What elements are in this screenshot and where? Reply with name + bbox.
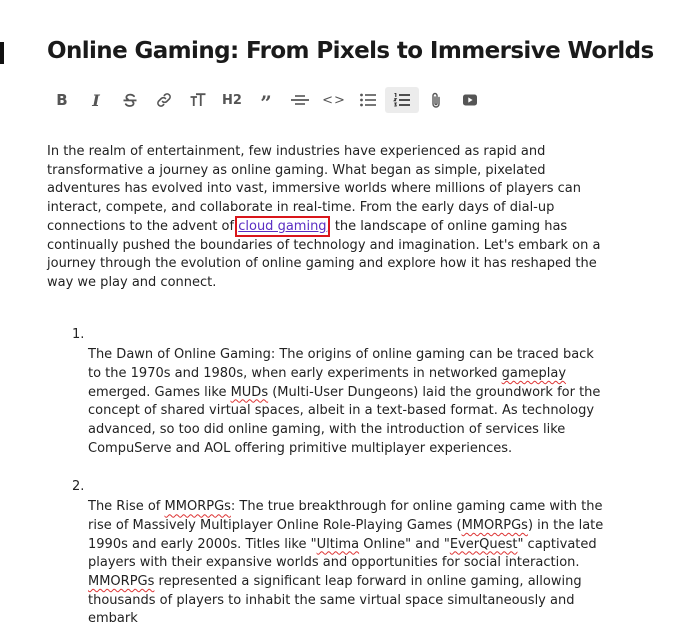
misspelled-word[interactable]: MUDs bbox=[231, 385, 269, 400]
misspelled-word[interactable]: MMORPGs bbox=[88, 574, 154, 589]
list-number: 1. bbox=[72, 326, 85, 342]
paperclip-icon bbox=[432, 92, 440, 108]
numbered-list: 1. The Dawn of Online Gaming: The origin… bbox=[47, 326, 607, 629]
video-icon bbox=[463, 94, 477, 106]
bullet-list-button[interactable] bbox=[351, 87, 385, 113]
list-item: 2. The Rise of MMORPGs: The true breakth… bbox=[47, 478, 607, 629]
video-embed-button[interactable] bbox=[453, 87, 487, 113]
list-number: 2. bbox=[72, 478, 85, 494]
horizontal-rule-icon bbox=[291, 95, 309, 105]
numbered-list-button[interactable] bbox=[385, 87, 419, 113]
bullet-list-icon bbox=[360, 93, 376, 107]
misspelled-word[interactable]: MMORPGs bbox=[165, 499, 231, 514]
text-cursor-marker bbox=[0, 42, 4, 64]
formatting-toolbar: B I H2 ” <> bbox=[45, 87, 487, 113]
bold-button[interactable]: B bbox=[45, 87, 79, 113]
article-body[interactable]: In the realm of entertainment, few indus… bbox=[47, 143, 607, 629]
cloud-gaming-link[interactable]: cloud gaming bbox=[235, 215, 330, 237]
misspelled-word[interactable]: gameplay bbox=[502, 366, 566, 381]
code-button[interactable]: <> bbox=[317, 87, 351, 113]
list-item-text: The Rise of MMORPGs: The true breakthrou… bbox=[88, 499, 604, 627]
text-size-button[interactable] bbox=[181, 87, 215, 113]
heading-button[interactable]: H2 bbox=[215, 87, 249, 113]
numbered-list-icon bbox=[393, 92, 410, 107]
list-item-text: The Dawn of Online Gaming: The origins o… bbox=[88, 347, 601, 456]
link-button[interactable] bbox=[147, 87, 181, 113]
text-size-icon bbox=[190, 93, 206, 106]
link-icon bbox=[157, 93, 171, 107]
strikethrough-button[interactable] bbox=[113, 87, 147, 113]
misspelled-word[interactable]: Ultima bbox=[317, 537, 359, 552]
article-title[interactable]: Online Gaming: From Pixels to Immersive … bbox=[47, 38, 677, 64]
horizontal-rule-button[interactable] bbox=[283, 87, 317, 113]
misspelled-word[interactable]: MMORPGs bbox=[462, 518, 528, 533]
strikethrough-icon bbox=[123, 93, 137, 107]
italic-button[interactable]: I bbox=[79, 87, 113, 113]
misspelled-word[interactable]: EverQuest bbox=[450, 537, 518, 552]
intro-paragraph: In the realm of entertainment, few indus… bbox=[47, 144, 601, 290]
blockquote-button[interactable]: ” bbox=[249, 84, 283, 116]
attachment-button[interactable] bbox=[419, 87, 453, 113]
list-item: 1. The Dawn of Online Gaming: The origin… bbox=[47, 326, 607, 459]
